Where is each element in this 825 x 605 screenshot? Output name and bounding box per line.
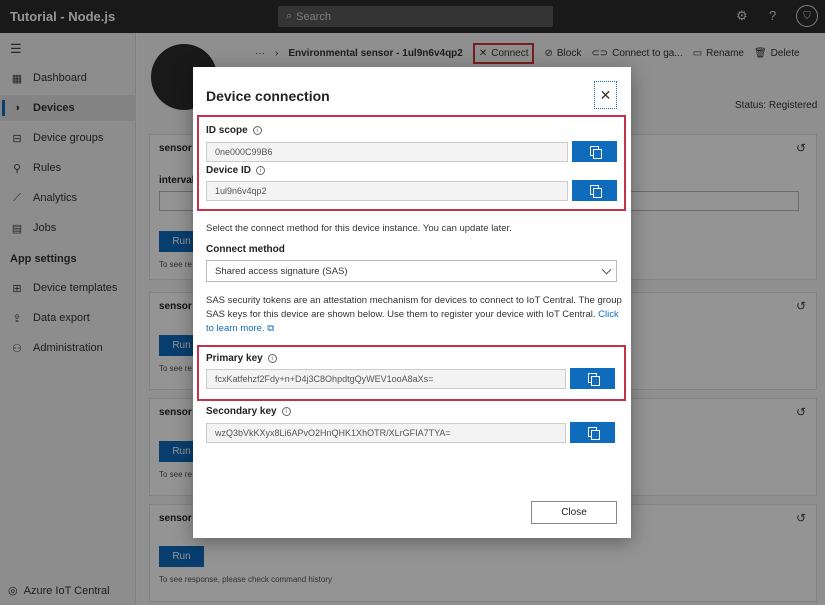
copy-device-id-button[interactable] [572,180,617,201]
connect-method-label: Connect method [206,244,285,255]
device-connection-dialog: Device connection ✕ ID scope i 0ne000C99… [193,67,631,538]
select-method-text: Select the connect method for this devic… [206,223,512,234]
info-icon[interactable]: i [281,407,291,416]
dialog-close-icon[interactable]: ✕ [594,81,617,109]
secondary-key-label: Secondary key i [206,406,291,417]
primary-key-field[interactable]: fcxKatfehzf2Fdy+n+D4j3C8OhpdtgQyWEV1ooA8… [206,369,566,389]
primary-key-label: Primary key i [206,353,277,364]
info-icon[interactable]: i [252,126,262,135]
copy-icon [587,373,600,386]
sas-description: SAS security tokens are an attestation m… [206,294,622,336]
chevron-down-icon [601,264,612,275]
info-icon[interactable]: i [256,166,266,175]
device-id-label: Device ID i [206,165,266,176]
external-link-icon: ⧉ [267,323,275,334]
dialog-title: Device connection [206,88,330,104]
device-id-label-text: Device ID [206,165,252,176]
close-button[interactable]: Close [531,501,617,524]
primary-key-label-text: Primary key [206,353,263,364]
copy-id-scope-button[interactable] [572,141,617,162]
copy-secondary-key-button[interactable] [570,422,615,443]
copy-icon [589,146,602,159]
sas-description-text: SAS security tokens are an attestation m… [206,295,622,320]
id-scope-label-text: ID scope [206,125,248,136]
copy-icon [587,427,600,440]
copy-icon [589,185,602,198]
id-scope-field[interactable]: 0ne000C99B6 [206,142,568,162]
connect-method-value: Shared access signature (SAS) [215,265,348,277]
info-icon[interactable]: i [267,354,277,363]
copy-primary-key-button[interactable] [570,368,615,389]
secondary-key-field[interactable]: wzQ3bVkKXyx8Li6APvO2HnQHK1XhOTR/XLrGFIA7… [206,423,566,443]
id-scope-label: ID scope i [206,125,262,136]
device-id-field[interactable]: 1ul9n6v4qp2 [206,181,568,201]
secondary-key-label-text: Secondary key [206,406,277,417]
connect-method-select[interactable]: Shared access signature (SAS) [206,260,617,282]
